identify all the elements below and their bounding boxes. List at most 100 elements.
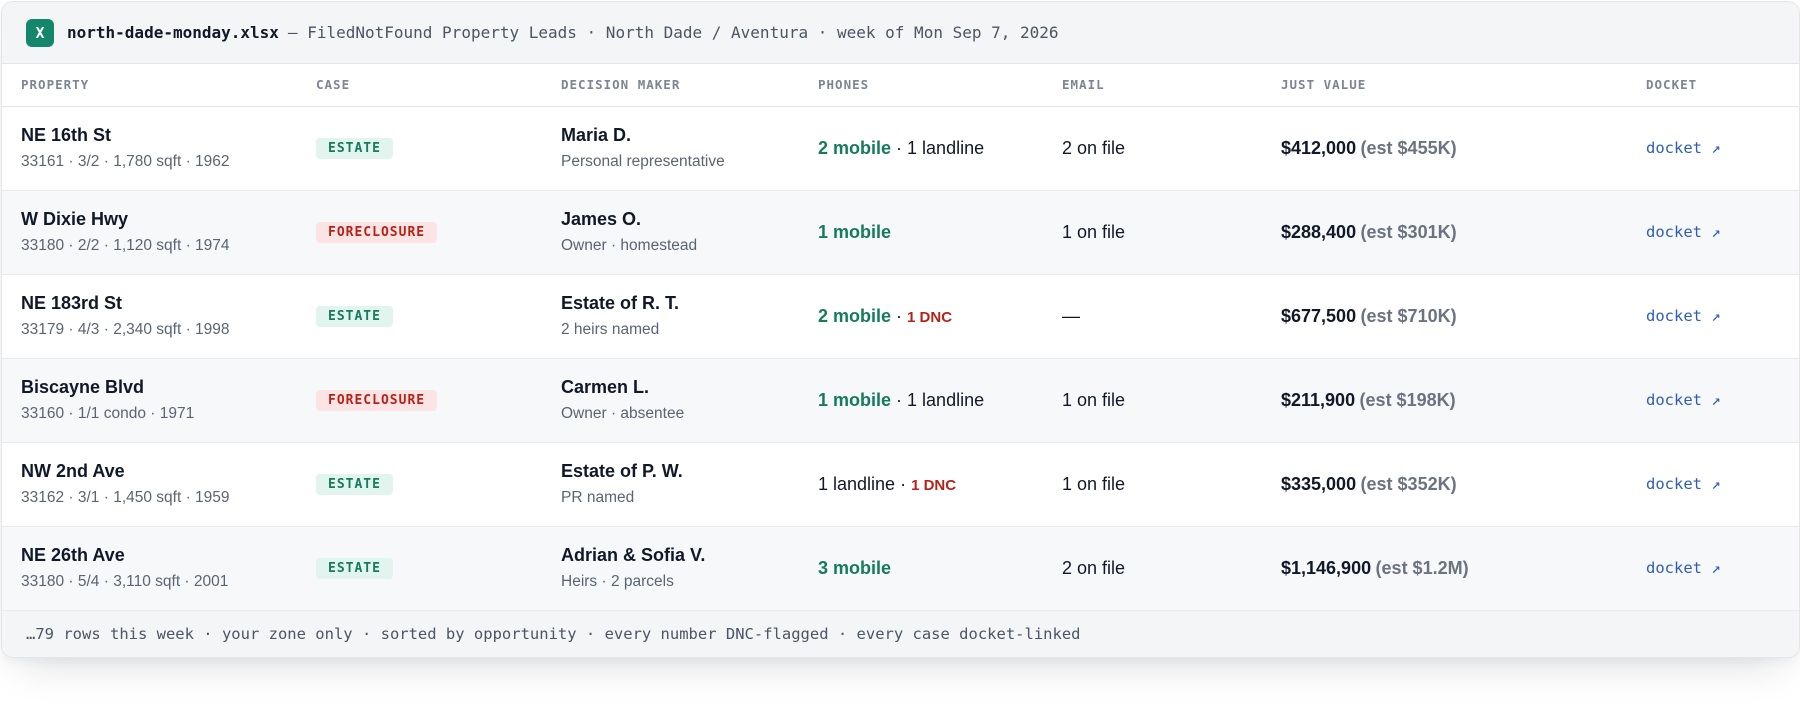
email-count: 1 on file: [1062, 389, 1126, 410]
property-details: 33162 · 3/1 · 1,450 sqft · 1959: [21, 489, 230, 506]
estimated-value: (est $198K): [1359, 389, 1456, 410]
property-cell: NE 183rd St 33179 · 4/3 · 2,340 sqft · 19…: [2, 274, 316, 359]
table-row[interactable]: NE 183rd St 33179 · 4/3 · 2,340 sqft · 19…: [2, 274, 1799, 359]
file-name: north-dade-monday.xlsx: [67, 23, 279, 42]
docket-link[interactable]: docket ↗: [1646, 139, 1721, 157]
just-value-cell: $677,500 (est $710K): [1281, 274, 1646, 359]
column-header-case[interactable]: CASE: [316, 64, 561, 107]
case-badge: ESTATE: [316, 305, 393, 327]
just-value-cell: $1,146,900 (est $1.2M): [1281, 526, 1646, 611]
spreadsheet-window: X north-dade-monday.xlsx — FiledNotFound…: [1, 1, 1800, 658]
docket-link[interactable]: docket ↗: [1646, 391, 1721, 409]
decision-maker-cell: James O. Owner · homestead: [561, 190, 818, 275]
property-address: NE 26th Ave: [21, 545, 125, 565]
email-cell: 2 on file: [1062, 526, 1281, 611]
phone-separator: ·: [891, 305, 908, 326]
property-address: W Dixie Hwy: [21, 209, 129, 229]
phone-secondary: 1 DNC: [911, 476, 957, 494]
phone-primary: 1 landline: [818, 473, 896, 494]
table-row[interactable]: NW 2nd Ave 33162 · 3/1 · 1,450 sqft · 195…: [2, 442, 1799, 527]
header-row: PROPERTY CASE DECISION MAKER PHONES EMAI…: [2, 64, 1799, 107]
property-cell: NE 26th Ave 33180 · 5/4 · 3,110 sqft · 20…: [2, 526, 316, 611]
phone-separator: ·: [891, 389, 908, 410]
just-value-cell: $288,400 (est $301K): [1281, 190, 1646, 275]
phone-secondary: 1 landline: [907, 389, 985, 410]
decision-maker-role: 2 heirs named: [561, 321, 660, 338]
docket-cell: docket ↗: [1646, 526, 1799, 611]
phone-primary: 1 mobile: [818, 221, 892, 242]
email-count: —: [1062, 305, 1080, 326]
decision-maker-name: Estate of R. T.: [561, 293, 680, 313]
table-row[interactable]: Biscayne Blvd 33160 · 1/1 condo · 1971 FOR…: [2, 358, 1799, 443]
just-value: $1,146,900: [1281, 557, 1372, 578]
case-cell: FORECLOSURE: [316, 190, 561, 275]
email-count: 1 on file: [1062, 473, 1126, 494]
phone-separator: ·: [891, 137, 908, 158]
phones-cell: 2 mobile · 1 DNC: [818, 274, 1062, 359]
column-header-just-value[interactable]: JUST VALUE: [1281, 64, 1646, 107]
case-badge: ESTATE: [316, 557, 393, 579]
property-details: 33180 · 5/4 · 3,110 sqft · 2001: [21, 573, 229, 590]
case-cell: ESTATE: [316, 106, 561, 191]
email-count: 1 on file: [1062, 221, 1126, 242]
email-cell: —: [1062, 274, 1281, 359]
phone-primary: 2 mobile: [818, 137, 892, 158]
leads-table: PROPERTY CASE DECISION MAKER PHONES EMAI…: [2, 64, 1799, 611]
decision-maker-name: Carmen L.: [561, 377, 650, 397]
column-header-property[interactable]: PROPERTY: [2, 64, 316, 107]
just-value: $335,000: [1281, 473, 1357, 494]
decision-maker-name: Adrian & Sofia V.: [561, 545, 706, 565]
sheet-subtitle: — FiledNotFound Property Leads · North D…: [287, 23, 1059, 42]
phones-cell: 1 landline · 1 DNC: [818, 442, 1062, 527]
property-address: NW 2nd Ave: [21, 461, 125, 481]
docket-link[interactable]: docket ↗: [1646, 475, 1721, 493]
case-cell: ESTATE: [316, 274, 561, 359]
docket-link[interactable]: docket ↗: [1646, 307, 1721, 325]
case-cell: ESTATE: [316, 526, 561, 611]
decision-maker-role: Heirs · 2 parcels: [561, 573, 674, 590]
sheet-footer: …79 rows this week · your zone only · so…: [2, 610, 1799, 657]
phone-secondary: 1 landline: [907, 137, 985, 158]
email-count: 2 on file: [1062, 557, 1126, 578]
column-header-docket[interactable]: DOCKET: [1646, 64, 1799, 107]
phones-cell: 1 mobile: [818, 190, 1062, 275]
decision-maker-name: Estate of P. W.: [561, 461, 683, 481]
email-cell: 1 on file: [1062, 358, 1281, 443]
table-row[interactable]: NE 16th St 33161 · 3/2 · 1,780 sqft · 196…: [2, 106, 1799, 191]
spreadsheet-file-icon: X: [26, 18, 54, 47]
decision-maker-cell: Estate of P. W. PR named: [561, 442, 818, 527]
property-details: 33161 · 3/2 · 1,780 sqft · 1962: [21, 153, 230, 170]
table-row[interactable]: W Dixie Hwy 33180 · 2/2 · 1,120 sqft · 19…: [2, 190, 1799, 275]
decision-maker-role: Owner · absentee: [561, 405, 685, 422]
just-value: $412,000: [1281, 137, 1357, 158]
phone-secondary: 1 DNC: [907, 308, 953, 326]
email-count: 2 on file: [1062, 137, 1126, 158]
docket-cell: docket ↗: [1646, 106, 1799, 191]
decision-maker-name: James O.: [561, 209, 642, 229]
title-bar: X north-dade-monday.xlsx — FiledNotFound…: [2, 2, 1799, 64]
case-badge: ESTATE: [316, 473, 393, 495]
column-header-phones[interactable]: PHONES: [818, 64, 1062, 107]
estimated-value: (est $301K): [1360, 221, 1457, 242]
column-header-decision-maker[interactable]: DECISION MAKER: [561, 64, 818, 107]
just-value-cell: $211,900 (est $198K): [1281, 358, 1646, 443]
estimated-value: (est $455K): [1360, 137, 1457, 158]
decision-maker-cell: Maria D. Personal representative: [561, 106, 818, 191]
docket-link[interactable]: docket ↗: [1646, 223, 1721, 241]
just-value: $677,500: [1281, 305, 1357, 326]
phones-cell: 3 mobile: [818, 526, 1062, 611]
property-address: Biscayne Blvd: [21, 377, 145, 397]
case-cell: ESTATE: [316, 442, 561, 527]
phone-primary: 3 mobile: [818, 557, 892, 578]
docket-link[interactable]: docket ↗: [1646, 559, 1721, 577]
case-badge: FORECLOSURE: [316, 389, 438, 411]
docket-cell: docket ↗: [1646, 274, 1799, 359]
decision-maker-cell: Adrian & Sofia V. Heirs · 2 parcels: [561, 526, 818, 611]
column-header-email[interactable]: EMAIL: [1062, 64, 1281, 107]
property-details: 33160 · 1/1 condo · 1971: [21, 405, 195, 422]
decision-maker-role: Owner · homestead: [561, 237, 698, 254]
docket-cell: docket ↗: [1646, 190, 1799, 275]
just-value: $288,400: [1281, 221, 1357, 242]
table-row[interactable]: NE 26th Ave 33180 · 5/4 · 3,110 sqft · 20…: [2, 526, 1799, 611]
phone-primary: 2 mobile: [818, 305, 892, 326]
